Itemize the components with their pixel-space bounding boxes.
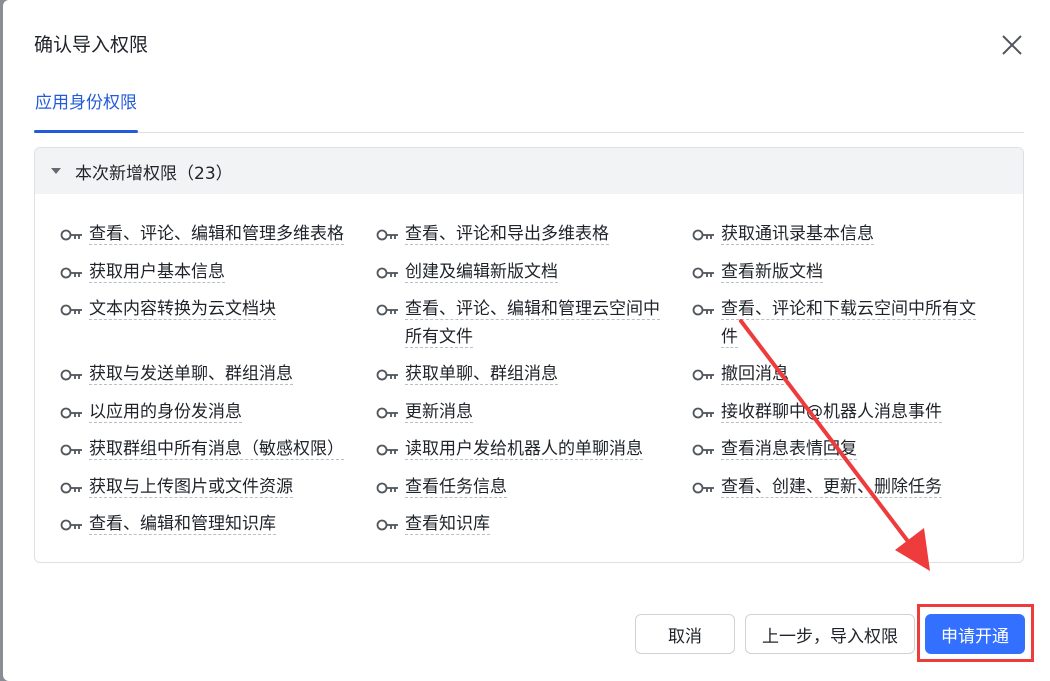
key-icon — [60, 482, 82, 494]
permission-item: 获取与上传图片或文件资源 — [60, 473, 360, 501]
permission-label[interactable]: 文本内容转换为云文档块 — [89, 299, 276, 320]
key-icon — [692, 304, 714, 316]
key-icon — [60, 369, 82, 381]
permission-item: 以应用的身份发消息 — [60, 398, 360, 426]
permission-label[interactable]: 查看、评论和下载云空间中所有文件 — [721, 299, 976, 348]
key-icon — [692, 267, 714, 279]
permission-label[interactable]: 读取用户发给机器人的单聊消息 — [405, 439, 643, 460]
permission-label[interactable]: 查看知识库 — [405, 514, 490, 535]
confirm-import-permissions-dialog: 确认导入权限 应用身份权限 本次新增权限（23） 查看、评论、编辑和管理多维表格… — [3, 0, 1050, 681]
permission-item: 撤回消息 — [692, 360, 992, 388]
permission-item: 查看、评论和导出多维表格 — [376, 220, 676, 248]
permission-label[interactable]: 查看、评论、编辑和管理多维表格 — [89, 224, 344, 245]
permission-label[interactable]: 查看消息表情回复 — [721, 439, 857, 460]
permission-label[interactable]: 查看、评论和导出多维表格 — [405, 224, 609, 245]
permission-item: 获取群组中所有消息（敏感权限） — [60, 435, 360, 463]
permission-item: 查看、评论、编辑和管理多维表格 — [60, 220, 360, 248]
key-icon — [376, 267, 398, 279]
key-icon — [376, 407, 398, 419]
permission-label[interactable]: 查看、编辑和管理知识库 — [89, 514, 276, 535]
key-icon — [692, 407, 714, 419]
permission-label[interactable]: 获取单聊、群组消息 — [405, 364, 558, 385]
permission-label[interactable]: 创建及编辑新版文档 — [405, 262, 558, 283]
permission-item: 查看知识库 — [376, 510, 676, 538]
permission-item: 查看任务信息 — [376, 473, 676, 501]
permission-item: 获取单聊、群组消息 — [376, 360, 676, 388]
permission-label[interactable]: 获取用户基本信息 — [89, 262, 225, 283]
permission-label[interactable]: 查看、创建、更新、删除任务 — [721, 477, 942, 498]
key-icon — [376, 444, 398, 456]
tab-bar: 应用身份权限 — [34, 85, 1024, 133]
permission-item: 查看新版文档 — [692, 258, 992, 286]
permission-label[interactable]: 查看任务信息 — [405, 477, 507, 498]
permission-item: 查看、编辑和管理知识库 — [60, 510, 360, 538]
key-icon — [692, 482, 714, 494]
permission-item: 获取与发送单聊、群组消息 — [60, 360, 360, 388]
permission-label[interactable]: 更新消息 — [405, 402, 473, 423]
permission-item: 查看、评论、编辑和管理云空间中所有文件 — [376, 295, 676, 351]
key-icon — [60, 407, 82, 419]
permission-item: 接收群聊中@机器人消息事件 — [692, 398, 992, 426]
permission-label[interactable]: 以应用的身份发消息 — [89, 402, 242, 423]
key-icon — [376, 519, 398, 531]
permission-item: 查看、创建、更新、删除任务 — [692, 473, 992, 501]
key-icon — [60, 267, 82, 279]
caret-down-icon[interactable] — [51, 168, 61, 174]
annotation-highlight-box — [917, 604, 1034, 662]
key-icon — [376, 482, 398, 494]
key-icon — [376, 369, 398, 381]
key-icon — [692, 444, 714, 456]
permission-label[interactable]: 获取群组中所有消息（敏感权限） — [89, 439, 344, 460]
permission-label[interactable]: 撤回消息 — [721, 364, 789, 385]
key-icon — [60, 444, 82, 456]
permission-label[interactable]: 获取通讯录基本信息 — [721, 224, 874, 245]
permission-label[interactable]: 接收群聊中@机器人消息事件 — [721, 402, 942, 423]
permission-label[interactable]: 查看、评论、编辑和管理云空间中所有文件 — [405, 299, 660, 348]
permission-item: 更新消息 — [376, 398, 676, 426]
permission-label[interactable]: 获取与上传图片或文件资源 — [89, 477, 293, 498]
dialog-title: 确认导入权限 — [34, 34, 149, 56]
key-icon — [60, 519, 82, 531]
cancel-button[interactable]: 取消 — [635, 614, 735, 654]
permission-label[interactable]: 获取与发送单聊、群组消息 — [89, 364, 293, 385]
previous-step-button[interactable]: 上一步，导入权限 — [745, 614, 915, 654]
key-icon — [692, 229, 714, 241]
permission-item: 获取通讯录基本信息 — [692, 220, 992, 248]
close-button[interactable] — [997, 30, 1027, 60]
permission-item: 读取用户发给机器人的单聊消息 — [376, 435, 676, 463]
panel-title: 本次新增权限（23） — [75, 163, 233, 184]
key-icon — [60, 304, 82, 316]
permission-item: 创建及编辑新版文档 — [376, 258, 676, 286]
permission-item: 查看、评论和下载云空间中所有文件 — [692, 295, 992, 351]
key-icon — [376, 304, 398, 316]
permission-item: 文本内容转换为云文档块 — [60, 295, 360, 323]
permission-label[interactable]: 查看新版文档 — [721, 262, 823, 283]
permission-item: 获取用户基本信息 — [60, 258, 360, 286]
close-icon — [1002, 35, 1022, 55]
key-icon — [692, 369, 714, 381]
key-icon — [60, 229, 82, 241]
panel-header[interactable]: 本次新增权限（23） — [35, 148, 1023, 194]
key-icon — [376, 229, 398, 241]
permission-item: 查看消息表情回复 — [692, 435, 992, 463]
tab-app-identity-permissions[interactable]: 应用身份权限 — [34, 85, 138, 133]
